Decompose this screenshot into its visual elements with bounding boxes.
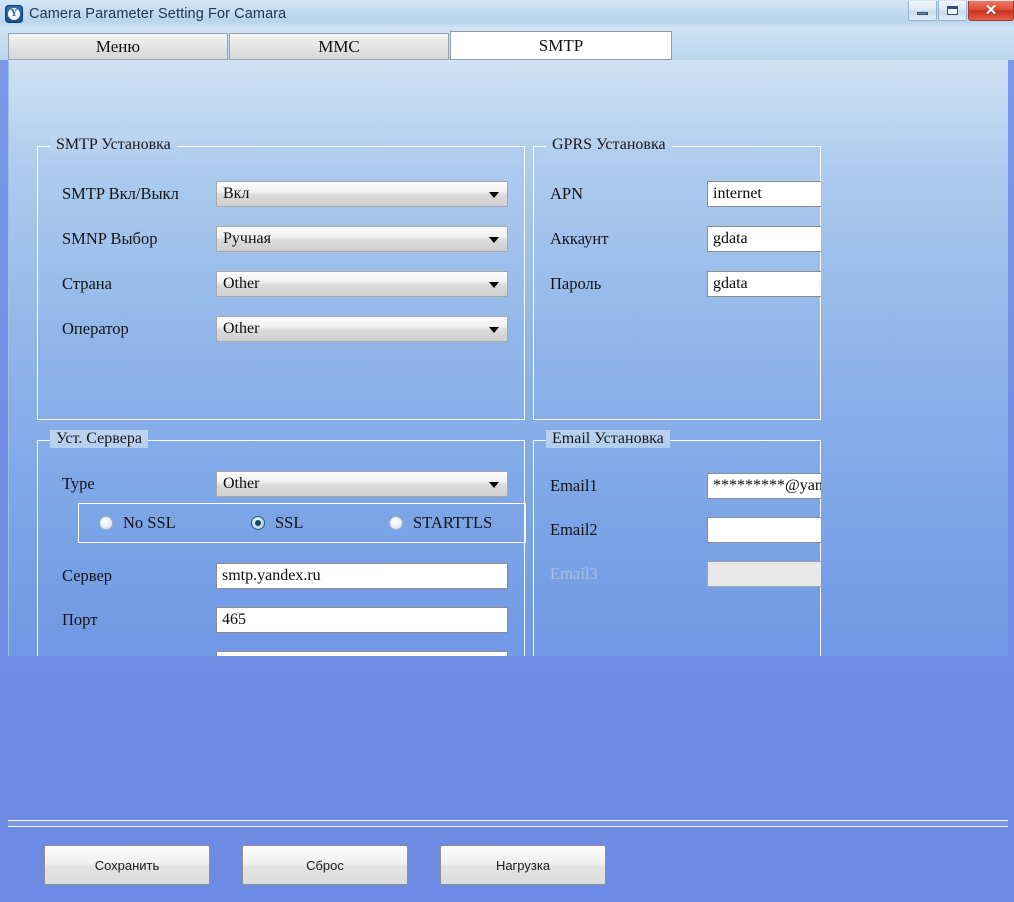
row-account: Аккаунт gdata <box>534 222 821 256</box>
label-email2: Email2 <box>550 520 598 539</box>
close-button[interactable]: ✕ <box>968 1 1014 21</box>
input-account[interactable]: gdata <box>707 226 821 252</box>
label-smtp-enable: SMTP Вкл/Выкл <box>62 184 179 203</box>
label-gprs-password: Пароль <box>550 274 602 293</box>
input-server-port[interactable]: 465 <box>216 607 508 633</box>
window-titlebar: Camera Parameter Setting For Camara ✕ <box>0 0 1014 28</box>
group-email-setup: Email Установка Email1 *********@yandex.… <box>533 430 821 656</box>
dropdown-operator-value: Other <box>223 320 260 337</box>
ssl-mode-radio-group: No SSL SSL STARTTLS <box>78 503 526 543</box>
radio-starttls[interactable]: STARTTLS <box>389 504 492 542</box>
smtp-tab-panel: SMTP Установка SMTP Вкл/Выкл Вкл SMNP Вы… <box>8 60 1008 656</box>
row-email2: Email2 <box>534 513 821 547</box>
row-server-email: Email *********@yandex.ru <box>38 647 524 656</box>
radio-ssl-indicator <box>251 516 265 530</box>
input-email2[interactable] <box>707 517 821 543</box>
input-gprs-password[interactable]: gdata <box>707 271 821 297</box>
input-apn[interactable]: internet <box>707 181 821 207</box>
dropdown-smnp-select-value: Ручная <box>223 230 271 247</box>
row-email1: Email1 *********@yandex.ru <box>534 469 821 503</box>
group-gprs-setup: GPRS Установка APN internet Аккаунт gdat… <box>533 136 821 420</box>
input-email1[interactable]: *********@yandex.ru <box>707 473 821 499</box>
dropdown-smnp-select[interactable]: Ручная <box>216 226 508 252</box>
input-server-email[interactable]: *********@yandex.ru <box>216 651 508 656</box>
group-server-setup: Уст. Сервера Type Other No SSL SSL START… <box>37 430 526 656</box>
row-gprs-password: Пароль gdata <box>534 267 821 301</box>
label-email1: Email1 <box>550 476 598 495</box>
radio-starttls-label: STARTTLS <box>413 513 493 532</box>
chevron-down-icon <box>489 237 499 243</box>
window-title: Camera Parameter Setting For Camara <box>29 6 287 22</box>
label-apn: APN <box>550 184 584 203</box>
radio-ssl-label: SSL <box>275 513 304 532</box>
group-smtp-setup-legend: SMTP Установка <box>50 136 177 154</box>
input-email3 <box>707 561 821 587</box>
tab-strip: Меню MMC SMTP <box>0 28 1014 60</box>
dropdown-smtp-enable-value: Вкл <box>223 185 250 202</box>
dropdown-country[interactable]: Other <box>216 271 508 297</box>
group-gprs-setup-legend: GPRS Установка <box>546 136 672 154</box>
tab-smtp[interactable]: SMTP <box>450 31 672 60</box>
dropdown-server-type[interactable]: Other <box>216 471 508 497</box>
app-logo-icon <box>5 5 23 23</box>
row-smnp-select: SMNP Выбор Ручная <box>38 222 524 256</box>
label-server-port: Порт <box>62 610 98 629</box>
maximize-button[interactable] <box>938 1 967 21</box>
row-server-type: Type Other <box>38 467 524 501</box>
settings-scroll-area: SMTP Установка SMTP Вкл/Выкл Вкл SMNP Вы… <box>15 62 821 656</box>
load-button[interactable]: Нагрузка <box>440 845 606 885</box>
label-email3: Email3 <box>550 564 598 583</box>
label-country: Страна <box>62 274 112 293</box>
input-server-host[interactable]: smtp.yandex.ru <box>216 563 508 589</box>
group-server-setup-legend: Уст. Сервера <box>50 430 148 448</box>
radio-no-ssl-indicator <box>99 516 113 530</box>
label-server-email: Email <box>62 647 101 656</box>
chevron-down-icon <box>489 482 499 488</box>
radio-starttls-indicator <box>389 516 403 530</box>
dropdown-smtp-enable[interactable]: Вкл <box>216 181 508 207</box>
footer-divider <box>8 820 1008 827</box>
label-account: Аккаунт <box>550 229 609 248</box>
row-smtp-enable: SMTP Вкл/Выкл Вкл <box>38 177 524 211</box>
chevron-down-icon <box>489 327 499 333</box>
label-server-host: Сервер <box>62 566 113 585</box>
reset-button[interactable]: Сброс <box>242 845 408 885</box>
row-apn: APN internet <box>534 177 821 211</box>
tab-mmc[interactable]: MMC <box>229 33 449 60</box>
row-server-host: Сервер smtp.yandex.ru <box>38 559 524 593</box>
radio-ssl[interactable]: SSL <box>251 504 303 542</box>
dropdown-country-value: Other <box>223 275 260 292</box>
radio-no-ssl-label: No SSL <box>123 513 176 532</box>
chevron-down-icon <box>489 192 499 198</box>
row-country: Страна Other <box>38 267 524 301</box>
radio-no-ssl[interactable]: No SSL <box>99 504 176 542</box>
label-operator: Оператор <box>62 319 129 338</box>
label-server-type: Type <box>62 474 95 493</box>
row-server-port: Порт 465 <box>38 603 524 637</box>
dropdown-server-type-value: Other <box>223 475 260 492</box>
maximize-icon <box>947 6 958 15</box>
label-smnp-select: SMNP Выбор <box>62 229 158 248</box>
group-smtp-setup: SMTP Установка SMTP Вкл/Выкл Вкл SMNP Вы… <box>37 136 525 420</box>
group-email-setup-legend: Email Установка <box>546 430 670 448</box>
row-email3: Email3 <box>534 557 821 591</box>
minimize-button[interactable] <box>908 1 937 21</box>
tab-menu[interactable]: Меню <box>8 33 228 60</box>
save-button[interactable]: Сохранить <box>44 845 210 885</box>
window-controls: ✕ <box>907 1 1014 23</box>
minimize-icon <box>917 11 928 15</box>
dropdown-operator[interactable]: Other <box>216 316 508 342</box>
row-operator: Оператор Other <box>38 312 524 346</box>
close-icon: ✕ <box>984 2 998 19</box>
chevron-down-icon <box>489 282 499 288</box>
